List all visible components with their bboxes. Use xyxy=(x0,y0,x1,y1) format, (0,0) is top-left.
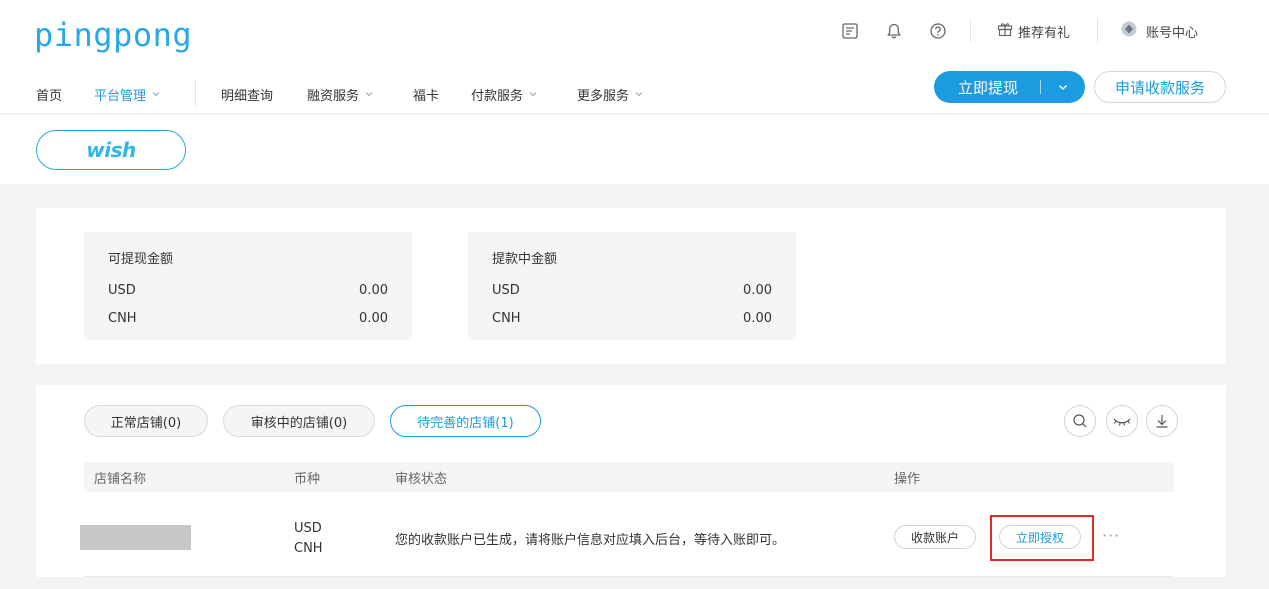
nav-label: 更多服务 xyxy=(577,88,630,104)
top-header: pingpong 推荐有礼 账号中心 首页 平台管理 明细查询 融资服务 福卡 … xyxy=(0,0,1269,114)
eye-closed-icon[interactable] xyxy=(1106,405,1138,437)
currency: CNH xyxy=(492,310,521,326)
amount: 0.00 xyxy=(359,282,388,298)
col-currency: 币种 xyxy=(294,471,321,487)
chevron-down-icon xyxy=(365,92,373,97)
platform-wish-button[interactable]: wish xyxy=(36,130,186,170)
withdrawing-title: 提款中金额 xyxy=(492,252,558,267)
nav-details[interactable]: 明细查询 xyxy=(221,82,273,106)
nav-label: 福卡 xyxy=(413,88,440,104)
wish-logo: wish xyxy=(86,138,136,162)
highlight-box xyxy=(990,515,1094,561)
balance-card: 可提现金额 USD 0.00 CNH 0.00 提款中金额 USD 0.00 CNH 0… xyxy=(36,208,1226,364)
divider xyxy=(970,18,971,42)
balance-row: USD 0.00 xyxy=(492,276,772,304)
currency: USD xyxy=(108,282,136,298)
table-row: USD CNH 您的收款账户已生成，请将账户信息对应填入后台，等待入账即可。 收… xyxy=(80,495,1174,577)
store-card: 正常店铺(0) 审核中的店铺(0) 待完善的店铺(1) 店铺名称 币种 审核状态… xyxy=(36,385,1226,577)
currency-cnh: CNH xyxy=(294,541,323,556)
chevron-down-icon xyxy=(529,92,537,97)
amount: 0.00 xyxy=(743,282,772,298)
col-review-status: 审核状态 xyxy=(395,471,448,487)
nav-label: 融资服务 xyxy=(307,88,360,104)
referral-label: 推荐有礼 xyxy=(1018,25,1071,41)
status-text: 您的收款账户已生成，请将账户信息对应填入后台，等待入账即可。 xyxy=(395,533,786,548)
nav-payment[interactable]: 付款服务 xyxy=(471,82,537,106)
balance-row: CNH 0.00 xyxy=(108,304,388,332)
available-title: 可提现金额 xyxy=(108,252,174,267)
available-balance: 可提现金额 USD 0.00 CNH 0.00 xyxy=(84,232,412,340)
nav-label: 平台管理 xyxy=(94,88,147,104)
help-icon[interactable] xyxy=(926,18,950,44)
nav-divider xyxy=(195,80,196,106)
referral-link[interactable]: 推荐有礼 xyxy=(996,18,1070,44)
withdrawing-balance: 提款中金额 USD 0.00 CNH 0.00 xyxy=(468,232,796,340)
chevron-down-icon[interactable] xyxy=(1041,82,1085,92)
col-store-name: 店铺名称 xyxy=(94,471,147,487)
gift-icon xyxy=(996,20,1014,42)
nav-label: 付款服务 xyxy=(471,88,524,104)
more-icon[interactable]: ··· xyxy=(1102,526,1120,545)
download-icon[interactable] xyxy=(1146,405,1178,437)
amount: 0.00 xyxy=(359,310,388,326)
chevron-down-icon xyxy=(635,92,643,97)
table-header: 店铺名称 币种 审核状态 操作 xyxy=(84,462,1174,492)
notes-icon[interactable] xyxy=(838,18,862,44)
search-icon[interactable] xyxy=(1064,405,1096,437)
pingpong-logo[interactable]: pingpong xyxy=(34,16,192,54)
currency: USD xyxy=(492,282,520,298)
account-icon xyxy=(1120,20,1138,42)
withdraw-button[interactable]: 立即提现 xyxy=(934,71,1085,103)
tab-reviewing-stores[interactable]: 审核中的店铺(0) xyxy=(223,405,375,437)
currency-cell: USD CNH xyxy=(294,519,323,559)
bell-icon[interactable] xyxy=(882,18,906,44)
nav-more-services[interactable]: 更多服务 xyxy=(577,82,643,106)
currency-usd: USD xyxy=(294,521,322,536)
chevron-down-icon xyxy=(152,92,160,97)
currency: CNH xyxy=(108,310,137,326)
tab-normal-stores[interactable]: 正常店铺(0) xyxy=(84,405,208,437)
withdraw-label: 立即提现 xyxy=(958,78,1019,97)
account-label: 账号中心 xyxy=(1146,25,1199,41)
store-name-redacted xyxy=(80,525,191,550)
nav-label: 明细查询 xyxy=(221,88,274,104)
nav-financing[interactable]: 融资服务 xyxy=(307,82,373,106)
nav-home[interactable]: 首页 xyxy=(36,82,62,106)
balance-row: CNH 0.00 xyxy=(492,304,772,332)
platform-bar: wish xyxy=(0,115,1269,184)
account-center-link[interactable]: 账号中心 xyxy=(1120,18,1198,44)
amount: 0.00 xyxy=(743,310,772,326)
tab-incomplete-stores[interactable]: 待完善的店铺(1) xyxy=(390,405,541,437)
nav-platform-management[interactable]: 平台管理 xyxy=(94,82,160,106)
col-actions: 操作 xyxy=(894,471,921,487)
apply-collection-service-button[interactable]: 申请收款服务 xyxy=(1094,71,1226,103)
nav-label: 首页 xyxy=(36,88,63,104)
divider xyxy=(1097,18,1098,42)
nav-fuka[interactable]: 福卡 xyxy=(413,82,439,106)
balance-row: USD 0.00 xyxy=(108,276,388,304)
collection-account-button[interactable]: 收款账户 xyxy=(894,525,976,549)
